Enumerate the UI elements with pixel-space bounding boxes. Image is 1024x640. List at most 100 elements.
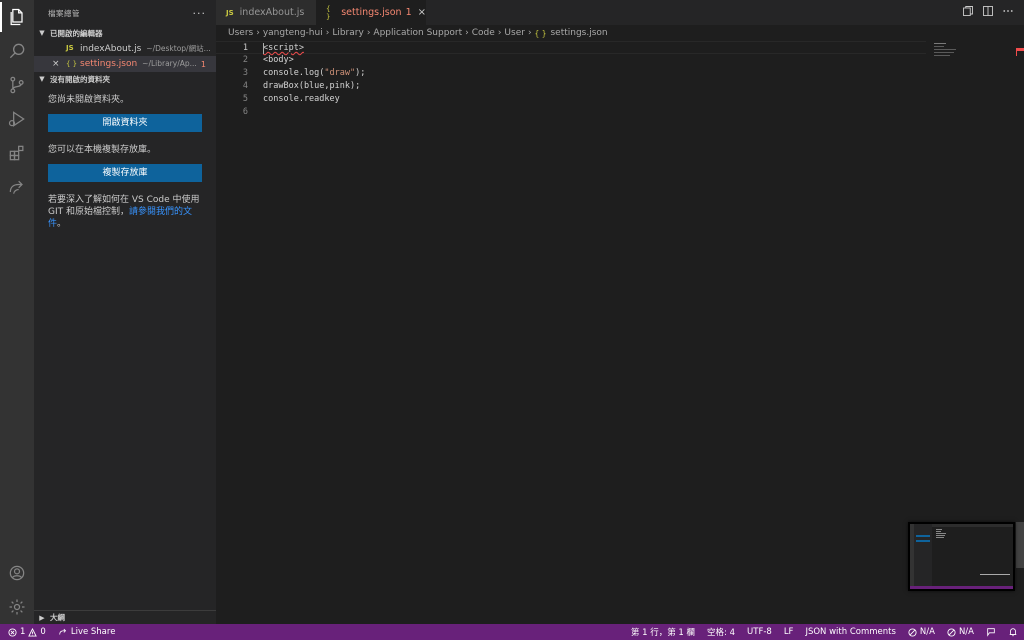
line-number: 2 bbox=[242, 55, 248, 65]
cursor-position[interactable]: 第 1 行，第 1 欄 bbox=[631, 626, 695, 638]
vscode-window: 檔案總管 ··· ▼ 已開啟的編輯器 JS indexAbout.js ~/Des… bbox=[0, 0, 1024, 640]
open-folder-button[interactable]: 開啟資料夾 bbox=[48, 114, 202, 132]
split-editor-icon[interactable] bbox=[982, 5, 994, 17]
tab-indexabout[interactable]: JS indexAbout.js bbox=[216, 0, 316, 25]
javascript-file-icon: JS bbox=[226, 8, 234, 17]
open-preview-icon[interactable] bbox=[962, 5, 974, 17]
code-text: <body> bbox=[263, 55, 294, 65]
breadcrumb-item[interactable]: Library bbox=[332, 28, 363, 38]
indentation[interactable]: 空格: 4 bbox=[707, 626, 735, 638]
minimap[interactable] bbox=[930, 41, 1010, 63]
close-icon[interactable]: × bbox=[418, 7, 426, 18]
json-file-icon: { } bbox=[534, 28, 547, 38]
code-editor[interactable]: 1 <script> 2 <body> 3 console.log("draw"… bbox=[216, 41, 1024, 624]
editor-tab-bar: JS indexAbout.js { } settings.json 1 × bbox=[216, 0, 1024, 25]
code-line[interactable]: 4 drawBox(blue,pink); bbox=[216, 80, 926, 93]
open-editor-label: indexAbout.js ~/Desktop/網站... bbox=[80, 43, 211, 54]
line-number: 5 bbox=[242, 94, 248, 104]
minimap-line bbox=[934, 43, 946, 44]
gear-icon bbox=[9, 599, 25, 615]
more-icon[interactable] bbox=[1002, 5, 1014, 17]
feedback-icon[interactable] bbox=[986, 627, 996, 637]
search-button[interactable] bbox=[0, 34, 34, 68]
status-item-na-1[interactable]: N/A bbox=[908, 627, 935, 637]
line-number: 6 bbox=[242, 107, 248, 117]
close-icon[interactable]: × bbox=[52, 59, 60, 69]
code-line[interactable]: 2 <body> bbox=[216, 54, 926, 67]
minimap-line bbox=[934, 46, 944, 47]
scrollbar-track[interactable] bbox=[1016, 522, 1024, 568]
chevron-right-icon: ▶ bbox=[39, 613, 45, 622]
breadcrumb-item[interactable]: Application Support bbox=[373, 28, 462, 38]
account-icon bbox=[9, 565, 25, 581]
code-line[interactable]: 6 bbox=[216, 106, 926, 119]
welcome-view: 您尚未開啟資料夾。 開啟資料夾 您可以在本機複製存放庫。 複製存放庫 若要深入了… bbox=[34, 86, 216, 230]
open-editors-header[interactable]: ▼ 已開啟的編輯器 bbox=[34, 26, 216, 40]
source-control-button[interactable] bbox=[0, 68, 34, 102]
breadcrumb: Users › yangteng-hui › Library › Applicatio… bbox=[216, 25, 1024, 41]
status-item-na-2[interactable]: N/A bbox=[947, 627, 974, 637]
live-share-label: Live Share bbox=[70, 627, 116, 637]
source-control-icon bbox=[10, 76, 24, 94]
breadcrumb-item[interactable]: Code bbox=[472, 28, 495, 38]
tab-label: indexAbout.js bbox=[239, 7, 305, 18]
breadcrumb-item[interactable]: Users bbox=[228, 28, 253, 38]
minimap-line bbox=[934, 52, 954, 53]
language-mode[interactable]: JSON with Comments bbox=[805, 627, 895, 637]
extensions-button[interactable] bbox=[0, 136, 34, 170]
error-count: 1 bbox=[20, 627, 26, 637]
live-share-icon bbox=[59, 628, 66, 635]
open-editor-path: ~/Desktop/網站... bbox=[146, 43, 211, 53]
run-debug-button[interactable] bbox=[0, 102, 34, 136]
encoding[interactable]: UTF-8 bbox=[747, 627, 772, 637]
chevron-down-icon: ▼ bbox=[39, 75, 45, 83]
no-folder-title: 沒有開啟的資料夾 bbox=[50, 74, 110, 84]
clone-repository-button[interactable]: 複製存放庫 bbox=[48, 164, 202, 182]
problems-indicator[interactable]: 1 0 bbox=[8, 627, 46, 637]
breadcrumb-file[interactable]: settings.json bbox=[550, 28, 607, 38]
screenshot-thumbnail[interactable] bbox=[908, 522, 1015, 591]
live-share-button[interactable] bbox=[0, 170, 34, 204]
chevron-right-icon: › bbox=[497, 28, 502, 38]
open-editor-item-settings[interactable]: × { } settings.json ~/Library/Ap... 1 bbox=[34, 56, 216, 72]
code-text: drawBox(blue,pink); bbox=[263, 81, 361, 91]
clone-message: 您可以在本機複製存放庫。 bbox=[48, 145, 157, 155]
problem-count-badge: 1 bbox=[200, 59, 206, 69]
code-line[interactable]: 3 console.log("draw"); bbox=[216, 67, 926, 80]
breadcrumb-item[interactable]: yangteng-hui bbox=[263, 28, 323, 38]
chevron-right-icon: › bbox=[465, 28, 469, 38]
files-icon bbox=[10, 8, 23, 26]
chevron-right-icon: › bbox=[256, 28, 260, 38]
code-line[interactable]: 1 <script> bbox=[216, 41, 926, 54]
error-scroll-marker bbox=[1016, 41, 1024, 56]
no-folder-header[interactable]: ▼ 沒有開啟的資料夾 bbox=[34, 72, 216, 86]
open-editors-title: 已開啟的編輯器 bbox=[50, 28, 103, 38]
code-text: console.log("draw"); bbox=[263, 68, 366, 78]
end-of-line[interactable]: LF bbox=[784, 627, 794, 637]
live-share-status[interactable]: Live Share bbox=[58, 627, 116, 637]
activity-bar bbox=[0, 0, 34, 624]
tab-settings[interactable]: { } settings.json 1 × bbox=[316, 0, 426, 25]
error-icon bbox=[8, 627, 17, 637]
more-actions-button[interactable]: ··· bbox=[193, 7, 207, 20]
javascript-file-icon: JS bbox=[66, 44, 74, 52]
git-docs-message: 若要深入了解如何在 VS Code 中使用 GIT 和原始檔控制，請參閱我們的文… bbox=[48, 195, 200, 229]
bell-icon[interactable] bbox=[1008, 627, 1018, 637]
minimap-line bbox=[934, 55, 950, 56]
code-text: console.readkey bbox=[263, 94, 340, 104]
outline-header[interactable]: ▶ 大綱 bbox=[34, 610, 216, 624]
chevron-right-icon: › bbox=[366, 28, 371, 38]
explorer-button[interactable] bbox=[0, 0, 34, 34]
breadcrumb-item[interactable]: User bbox=[504, 28, 525, 38]
code-line[interactable]: 5 console.readkey bbox=[216, 93, 926, 106]
chevron-right-icon: › bbox=[527, 28, 532, 38]
text-cursor bbox=[263, 43, 264, 54]
sidebar-header: 檔案總管 ··· bbox=[34, 0, 216, 26]
line-number: 3 bbox=[242, 68, 248, 78]
tab-problem-badge: 1 bbox=[405, 7, 412, 18]
manage-button[interactable] bbox=[0, 590, 34, 624]
blocked-icon bbox=[947, 627, 956, 637]
open-editor-item-indexabout[interactable]: JS indexAbout.js ~/Desktop/網站... bbox=[34, 40, 216, 56]
account-button[interactable] bbox=[0, 556, 34, 590]
run-debug-icon bbox=[8, 111, 25, 127]
